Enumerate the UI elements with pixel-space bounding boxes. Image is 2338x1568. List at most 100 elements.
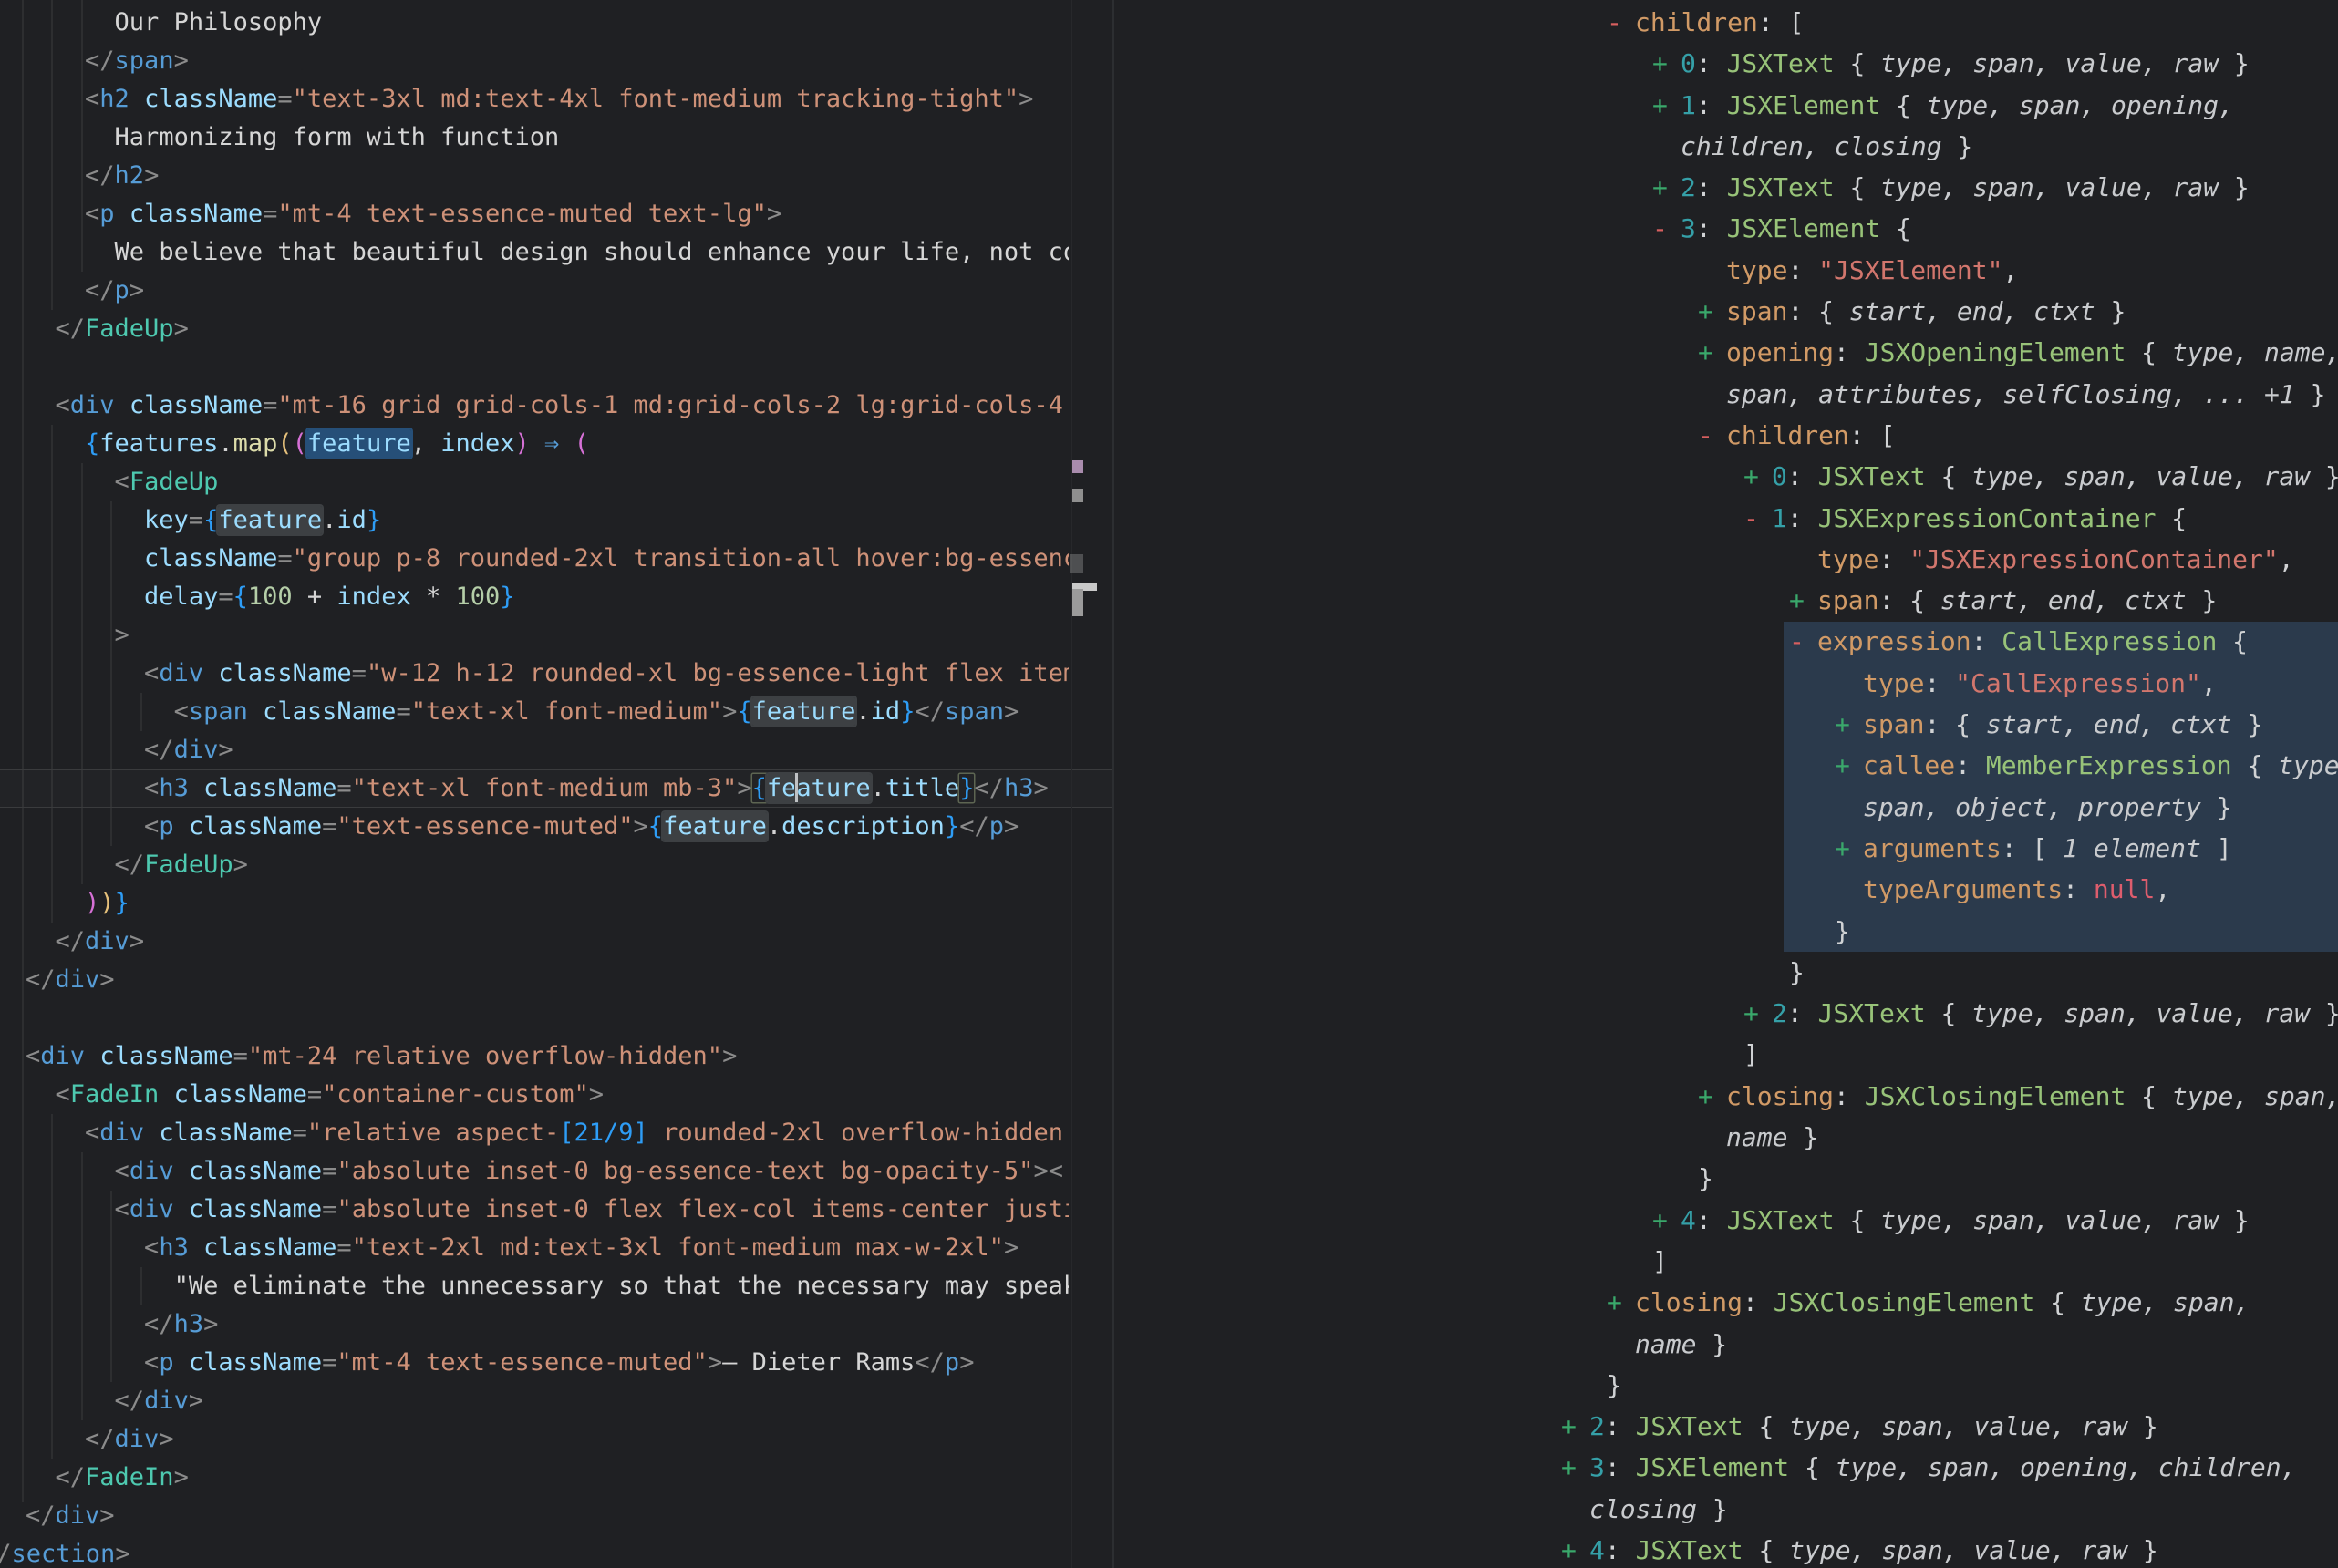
- code-line[interactable]: </div>: [26, 1497, 1069, 1535]
- expand-icon[interactable]: +: [1561, 1530, 1589, 1568]
- expand-icon[interactable]: +: [1789, 580, 1817, 621]
- expand-icon[interactable]: +: [1698, 1076, 1726, 1117]
- ast-row[interactable]: +1: JSXElement { type, span, opening,: [1516, 85, 2338, 126]
- ast-row[interactable]: closing }: [1516, 1489, 2338, 1530]
- code-line[interactable]: "We eliminate the unnecessary so that th…: [26, 1267, 1069, 1305]
- code-line[interactable]: <div className="absolute inset-0 bg-esse…: [26, 1152, 1069, 1191]
- code-line[interactable]: <FadeUp: [26, 463, 1069, 501]
- expand-icon[interactable]: +: [1561, 1406, 1589, 1447]
- panel-divider[interactable]: [1112, 0, 1114, 1568]
- code-editor-panel[interactable]: Our Philosophy </span> <h2 className="te…: [0, 0, 1069, 1568]
- ast-row[interactable]: +closing: JSXClosingElement { type, span…: [1516, 1282, 2338, 1323]
- ast-row[interactable]: type: "CallExpression",: [1516, 663, 2338, 704]
- ast-row[interactable]: -1: JSXExpressionContainer {: [1516, 498, 2338, 539]
- code-line[interactable]: >: [26, 616, 1069, 655]
- expand-icon[interactable]: +: [1607, 1282, 1635, 1323]
- expand-icon[interactable]: +: [1743, 993, 1772, 1034]
- ast-row[interactable]: span, object, property }: [1516, 787, 2338, 828]
- code-line[interactable]: ))}: [26, 884, 1069, 923]
- collapse-icon[interactable]: -: [1698, 415, 1726, 456]
- ast-row[interactable]: +opening: JSXOpeningElement { type, name…: [1516, 332, 2338, 373]
- code-line[interactable]: </div>: [26, 731, 1069, 769]
- code-line[interactable]: <h3 className="text-xl font-medium mb-3"…: [26, 769, 1069, 808]
- code-line[interactable]: <div className="relative aspect-[21/9] r…: [26, 1114, 1069, 1152]
- code-line[interactable]: [26, 999, 1069, 1037]
- code-line[interactable]: <div className="mt-24 relative overflow-…: [26, 1037, 1069, 1076]
- ast-row[interactable]: +3: JSXElement { type, span, opening, ch…: [1516, 1447, 2338, 1488]
- code-line[interactable]: <FadeIn className="container-custom">: [26, 1076, 1069, 1114]
- ast-row[interactable]: +4: JSXText { type, span, value, raw }: [1516, 1530, 2338, 1568]
- ast-row[interactable]: +span: { start, end, ctxt }: [1516, 291, 2338, 332]
- expand-icon[interactable]: +: [1835, 704, 1863, 745]
- code-line[interactable]: <h2 className="text-3xl md:text-4xl font…: [26, 80, 1069, 119]
- expand-icon[interactable]: +: [1652, 1200, 1681, 1241]
- ast-row[interactable]: }: [1516, 911, 2338, 952]
- code-line[interactable]: <div className="w-12 h-12 rounded-xl bg-…: [26, 655, 1069, 693]
- expand-icon[interactable]: +: [1835, 828, 1863, 869]
- ast-row[interactable]: span, attributes, selfClosing, ... +1 }: [1516, 374, 2338, 415]
- code-line[interactable]: </h3>: [26, 1305, 1069, 1344]
- code-line[interactable]: We believe that beautiful design should …: [26, 233, 1069, 272]
- ast-row[interactable]: -3: JSXElement {: [1516, 208, 2338, 249]
- ast-row[interactable]: ]: [1516, 1034, 2338, 1075]
- ast-row[interactable]: +2: JSXText { type, span, value, raw }: [1516, 167, 2338, 208]
- code-line[interactable]: {features.map((feature, index) ⇒ (: [26, 425, 1069, 463]
- ast-row[interactable]: +0: JSXText { type, span, value, raw }: [1516, 43, 2338, 84]
- ast-row[interactable]: ]: [1516, 1241, 2338, 1282]
- code-line[interactable]: Our Philosophy: [26, 4, 1069, 42]
- ast-row[interactable]: +2: JSXText { type, span, value, raw }: [1516, 993, 2338, 1034]
- ast-row[interactable]: +span: { start, end, ctxt }: [1516, 704, 2338, 745]
- code-line[interactable]: </h2>: [26, 157, 1069, 195]
- ast-row[interactable]: +closing: JSXClosingElement { type, span…: [1516, 1076, 2338, 1117]
- collapse-icon[interactable]: -: [1652, 208, 1681, 249]
- expand-icon[interactable]: +: [1652, 167, 1681, 208]
- collapse-icon[interactable]: -: [1789, 621, 1817, 662]
- code-line[interactable]: <span className="text-xl font-medium">{f…: [26, 693, 1069, 731]
- ast-row[interactable]: +span: { start, end, ctxt }: [1516, 580, 2338, 621]
- code-line[interactable]: [26, 348, 1069, 387]
- code-line[interactable]: </p>: [26, 272, 1069, 310]
- ast-row[interactable]: }: [1516, 1158, 2338, 1199]
- code-line[interactable]: </section>: [0, 1535, 1069, 1568]
- ast-row[interactable]: type: "JSXElement",: [1516, 250, 2338, 291]
- ast-row[interactable]: -children: [: [1516, 2, 2338, 43]
- ast-row[interactable]: +arguments: [ 1 element ]: [1516, 828, 2338, 869]
- code-line[interactable]: </FadeUp>: [26, 310, 1069, 348]
- code-line[interactable]: <div className="absolute inset-0 flex fl…: [26, 1191, 1069, 1229]
- expand-icon[interactable]: +: [1743, 456, 1772, 497]
- code-line[interactable]: key={feature.id}: [26, 501, 1069, 540]
- code-line[interactable]: </div>: [26, 923, 1069, 961]
- expand-icon[interactable]: +: [1652, 85, 1681, 126]
- ast-inspector-panel[interactable]: -children: [+0: JSXText { type, span, va…: [1516, 0, 2338, 1568]
- expand-icon[interactable]: +: [1561, 1447, 1589, 1488]
- expand-icon[interactable]: +: [1835, 745, 1863, 786]
- code-line[interactable]: <p className="text-essence-muted">{featu…: [26, 808, 1069, 846]
- code-line[interactable]: </FadeUp>: [26, 846, 1069, 884]
- code-line[interactable]: </div>: [26, 1382, 1069, 1420]
- ast-row[interactable]: children, closing }: [1516, 126, 2338, 167]
- expand-icon[interactable]: +: [1698, 291, 1726, 332]
- code-line[interactable]: </div>: [26, 1420, 1069, 1459]
- ast-row[interactable]: +callee: MemberExpression { type,: [1516, 745, 2338, 786]
- collapse-icon[interactable]: -: [1607, 2, 1635, 43]
- ast-row[interactable]: type: "JSXExpressionContainer",: [1516, 539, 2338, 580]
- ast-row[interactable]: -children: [: [1516, 415, 2338, 456]
- code-line[interactable]: </span>: [26, 42, 1069, 80]
- code-line[interactable]: className="group p-8 rounded-2xl transit…: [26, 540, 1069, 578]
- collapse-icon[interactable]: -: [1743, 498, 1772, 539]
- code-line[interactable]: Harmonizing form with function: [26, 119, 1069, 157]
- ast-row[interactable]: +2: JSXText { type, span, value, raw }: [1516, 1406, 2338, 1447]
- code-line[interactable]: delay={100 + index * 100}: [26, 578, 1069, 616]
- code-line[interactable]: </FadeIn>: [26, 1459, 1069, 1497]
- code-line[interactable]: <p className="mt-4 text-essence-muted te…: [26, 195, 1069, 233]
- ast-row[interactable]: -expression: CallExpression {: [1516, 621, 2338, 662]
- code-line[interactable]: <h3 className="text-2xl md:text-3xl font…: [26, 1229, 1069, 1267]
- ast-row[interactable]: +0: JSXText { type, span, value, raw }: [1516, 456, 2338, 497]
- expand-icon[interactable]: +: [1698, 332, 1726, 373]
- code-line[interactable]: <p className="mt-4 text-essence-muted">—…: [26, 1344, 1069, 1382]
- code-line[interactable]: </div>: [26, 961, 1069, 999]
- ast-row[interactable]: name }: [1516, 1117, 2338, 1158]
- ast-row[interactable]: }: [1516, 1365, 2338, 1406]
- ast-row[interactable]: }: [1516, 952, 2338, 993]
- ast-row[interactable]: +4: JSXText { type, span, value, raw }: [1516, 1200, 2338, 1241]
